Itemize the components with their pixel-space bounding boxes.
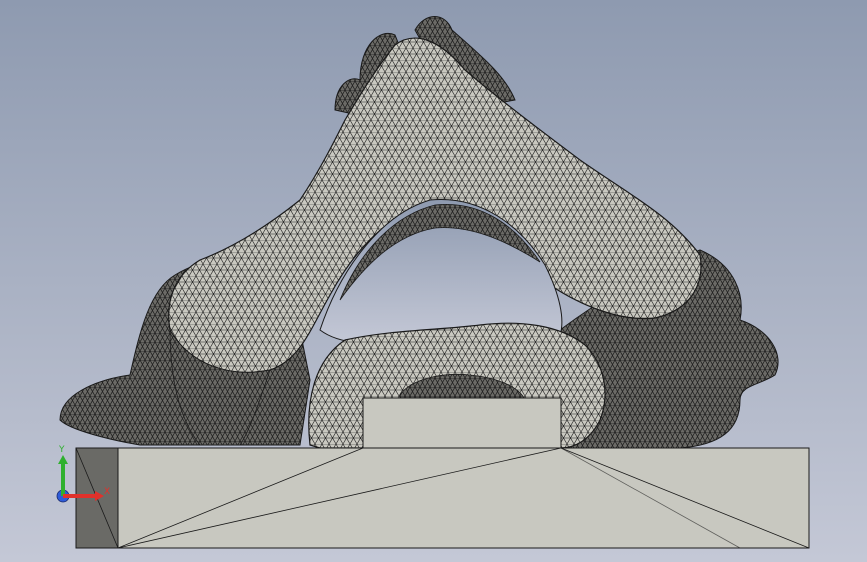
graphics-viewport[interactable]: Y X xyxy=(0,0,867,562)
model-canvas[interactable]: Y X xyxy=(0,0,867,562)
x-axis-label: X xyxy=(104,487,110,497)
base-block-front-face xyxy=(117,447,810,549)
support-pad xyxy=(362,397,562,449)
y-axis-label: Y xyxy=(58,445,65,455)
